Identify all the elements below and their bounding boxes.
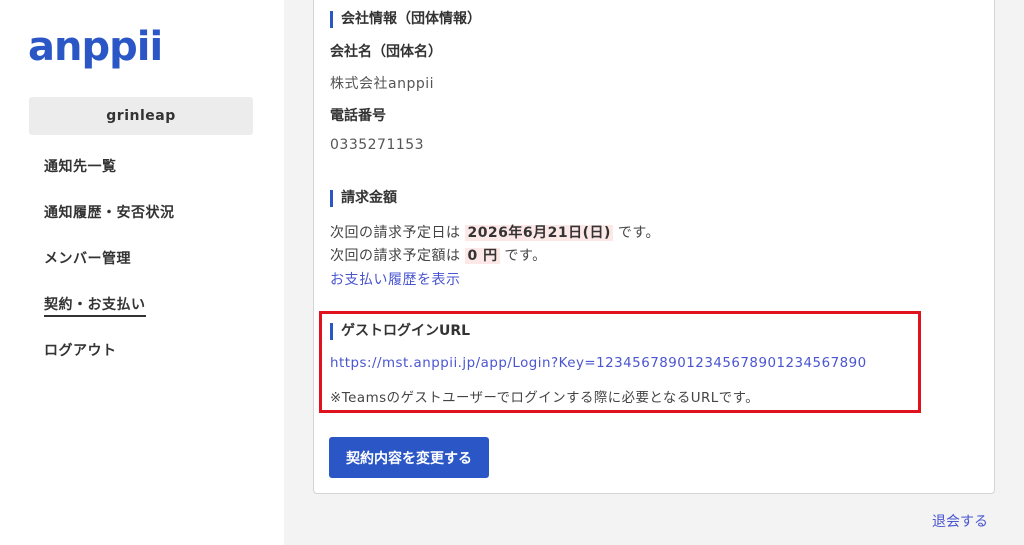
nav-item-notification-list[interactable]: 通知先一覧: [44, 156, 175, 179]
billing-date-suffix: です。: [617, 225, 661, 241]
withdraw-link[interactable]: 退会する: [932, 511, 988, 531]
company-name-label: 会社名（団体名）: [330, 44, 442, 60]
billing-section-title: 請求金額: [330, 190, 397, 207]
contract-card: 会社情報（団体情報） 会社名（団体名） 株式会社anppii 電話番号 0335…: [313, 0, 995, 494]
billing-date-value: 2026年6月21日(日): [465, 225, 613, 241]
nav-item-member-management[interactable]: メンバー管理: [44, 248, 175, 271]
billing-date-prefix: 次回の請求予定日は: [330, 225, 461, 241]
org-name-badge: grinleap: [29, 97, 253, 135]
sidebar-nav: 通知先一覧 通知履歴・安否状況 メンバー管理 契約・お支払い ログアウト: [44, 156, 175, 386]
payment-history-line: お支払い履歴を表示: [330, 269, 461, 289]
billing-amount-value: 0 円: [465, 248, 500, 264]
guest-login-highlight-box: [319, 311, 921, 413]
next-billing-amount-line: 次回の請求予定額は 0 円 です。: [330, 245, 547, 265]
next-billing-date-line: 次回の請求予定日は 2026年6月21日(日) です。: [330, 222, 660, 242]
company-name-value: 株式会社anppii: [330, 76, 435, 92]
nav-item-contract-payment[interactable]: 契約・お支払い: [44, 294, 146, 317]
payment-history-link[interactable]: お支払い履歴を表示: [330, 272, 461, 288]
change-contract-button[interactable]: 契約内容を変更する: [329, 437, 489, 478]
sidebar: anppii grinleap 通知先一覧 通知履歴・安否状況 メンバー管理 契…: [0, 0, 284, 545]
nav-item-notification-history[interactable]: 通知履歴・安否状況: [44, 202, 175, 225]
billing-amount-prefix: 次回の請求予定額は: [330, 248, 461, 264]
app-logo[interactable]: anppii: [28, 24, 163, 70]
company-section-title: 会社情報（団体情報）: [330, 11, 481, 28]
phone-value: 0335271153: [330, 137, 425, 153]
billing-amount-suffix: です。: [504, 248, 547, 264]
phone-label: 電話番号: [330, 108, 386, 124]
nav-item-logout[interactable]: ログアウト: [44, 340, 175, 363]
